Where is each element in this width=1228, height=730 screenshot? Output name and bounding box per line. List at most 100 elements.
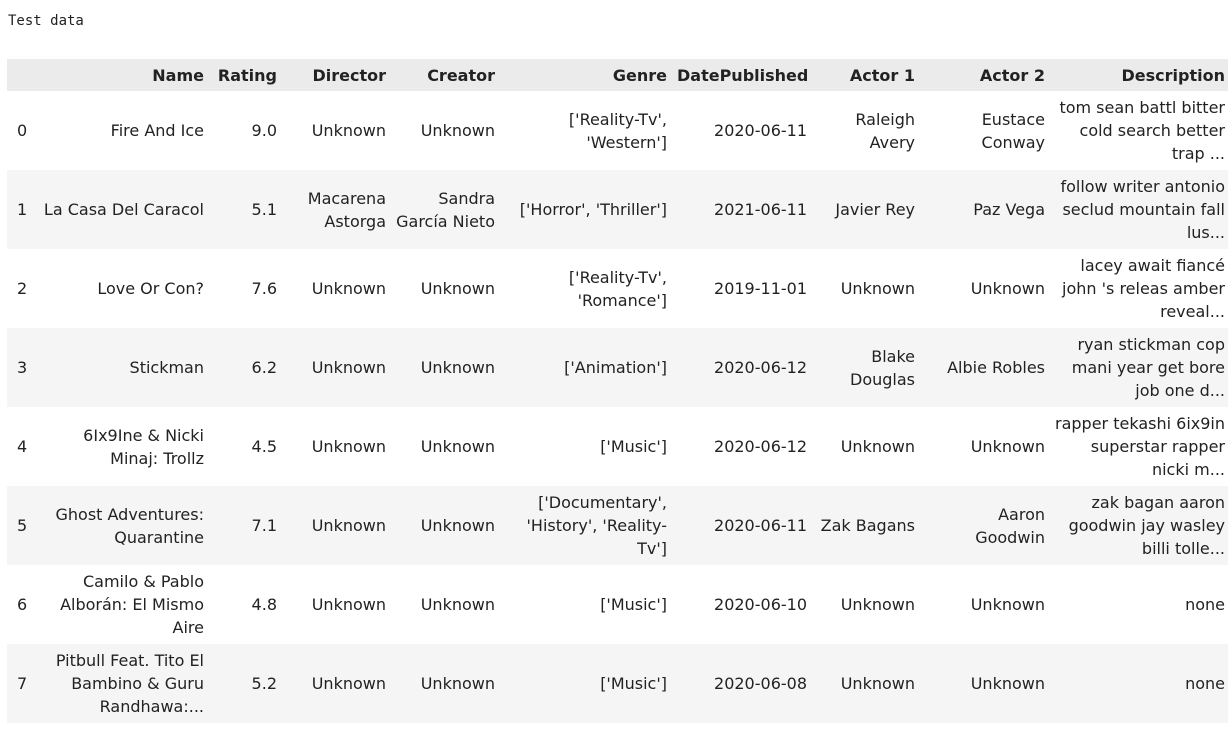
description-text: zak bagan aaron goodwin jay wasley billi… (1068, 493, 1225, 558)
director-cell: Unknown (311, 279, 386, 298)
name-cell: Love Or Con? (97, 279, 204, 298)
name-cell: Pitbull Feat. Tito El Bambino & Guru Ran… (55, 651, 204, 716)
description-cell: none (1055, 644, 1228, 723)
actor-1-cell: Zak Bagans (820, 516, 915, 535)
creator-cell: Unknown (420, 437, 495, 456)
rating-cell: 7.6 (251, 279, 277, 298)
creator-cell: Unknown (420, 674, 495, 693)
actor-2-cell: Aaron Goodwin (975, 504, 1045, 547)
name-cell: La Casa Del Caracol (43, 200, 204, 219)
output-label: Test data (8, 13, 84, 29)
row-index-cell: 2 (17, 279, 28, 298)
creator-cell: Unknown (420, 121, 495, 140)
rating-cell: 9.0 (251, 121, 277, 140)
director-cell: Unknown (311, 516, 386, 535)
name-cell: Ghost Adventures: Quarantine (55, 504, 204, 547)
actor-2-cell: Unknown (970, 595, 1045, 614)
actor-2-cell: Paz Vega (973, 200, 1045, 219)
table-row: 0 Fire And Ice 9.0 Unknown Unknown ['Reality-… (7, 91, 1228, 170)
date-published-cell: 2021-06-11 (714, 200, 807, 219)
director-cell: Unknown (311, 358, 386, 377)
director-cell: Macarena Astorga (307, 188, 386, 231)
creator-cell: Unknown (420, 595, 495, 614)
column-header-date-published: DatePublished (677, 65, 809, 85)
director-cell: Unknown (311, 437, 386, 456)
row-index-cell: 1 (17, 200, 28, 219)
director-cell: Unknown (311, 674, 386, 693)
actor-1-cell: Unknown (840, 437, 915, 456)
description-cell: lacey await fiancé john 's releas amber … (1055, 249, 1228, 328)
date-published-cell: 2020-06-08 (714, 674, 807, 693)
description-text: none (1185, 595, 1225, 614)
genre-cell: ['Music'] (600, 595, 667, 614)
column-header-creator: Creator (427, 65, 495, 85)
creator-cell: Unknown (420, 358, 495, 377)
genre-cell: ['Reality-Tv', 'Western'] (568, 109, 667, 152)
table-row: 4 6Ix9Ine & Nicki Minaj: Trollz 4.5 Unknown… (7, 407, 1228, 486)
row-index-cell: 4 (17, 437, 28, 456)
row-index-cell: 6 (17, 595, 28, 614)
genre-cell: ['Music'] (600, 437, 667, 456)
description-text: rapper tekashi 6ix9in superstar rapper n… (1055, 414, 1225, 479)
table-row: 2 Love Or Con? 7.6 Unknown Unknown ['Reality-… (7, 249, 1228, 328)
creator-cell: Sandra García Nieto (396, 188, 495, 231)
genre-cell: ['Animation'] (564, 358, 667, 377)
table-header-row: Name Rating Director Creator Genre DateP… (7, 59, 1228, 91)
description-text: lacey await fiancé john 's releas amber … (1062, 256, 1225, 321)
actor-1-cell: Unknown (840, 279, 915, 298)
rating-cell: 5.2 (251, 674, 277, 693)
description-cell: rapper tekashi 6ix9in superstar rapper n… (1055, 407, 1228, 486)
column-header-genre: Genre (612, 65, 667, 85)
column-header-actor-1: Actor 1 (849, 65, 915, 85)
description-text: ryan stickman cop mani year get bore job… (1071, 335, 1225, 400)
genre-cell: ['Documentary', 'History', 'Reality-Tv'] (526, 493, 667, 558)
name-cell: 6Ix9Ine & Nicki Minaj: Trollz (83, 425, 204, 468)
table-row: 1 La Casa Del Caracol 5.1 Macarena Astorga S… (7, 170, 1228, 249)
description-cell: tom sean battl bitter cold search better… (1055, 91, 1228, 170)
table-row: 6 Camilo & Pablo Alborán: El Mismo Aire 4.… (7, 565, 1228, 644)
actor-2-cell: Unknown (970, 279, 1045, 298)
column-header-rating: Rating (217, 65, 277, 85)
column-header-director: Director (312, 65, 386, 85)
description-cell: zak bagan aaron goodwin jay wasley billi… (1055, 486, 1228, 565)
date-published-cell: 2020-06-12 (714, 358, 807, 377)
actor-1-cell: Unknown (840, 674, 915, 693)
name-cell: Fire And Ice (110, 121, 204, 140)
row-index-cell: 7 (17, 674, 28, 693)
actor-1-cell: Raleigh Avery (855, 109, 915, 152)
index-header (7, 59, 42, 91)
actor-2-cell: Unknown (970, 674, 1045, 693)
actor-1-cell: Unknown (840, 595, 915, 614)
row-index-cell: 0 (17, 121, 28, 140)
genre-cell: ['Horror', 'Thriller'] (519, 200, 667, 219)
row-index-cell: 3 (17, 358, 28, 377)
table-row: 3 Stickman 6.2 Unknown Unknown ['Animation'] 2… (7, 328, 1228, 407)
row-index-cell: 5 (17, 516, 28, 535)
rating-cell: 5.1 (251, 200, 277, 219)
column-header-description: Description (1121, 65, 1225, 85)
rating-cell: 4.5 (251, 437, 277, 456)
director-cell: Unknown (311, 121, 386, 140)
rating-cell: 7.1 (251, 516, 277, 535)
description-cell: none (1055, 565, 1228, 644)
dataframe-table: Name Rating Director Creator Genre DateP… (7, 59, 1228, 723)
actor-2-cell: Albie Robles (947, 358, 1045, 377)
genre-cell: ['Music'] (600, 674, 667, 693)
table-row: 7 Pitbull Feat. Tito El Bambino & Guru Ra… (7, 644, 1228, 723)
description-text: follow writer antonio seclud mountain fa… (1060, 177, 1225, 242)
date-published-cell: 2020-06-11 (714, 121, 807, 140)
director-cell: Unknown (311, 595, 386, 614)
description-cell: ryan stickman cop mani year get bore job… (1055, 328, 1228, 407)
date-published-cell: 2020-06-12 (714, 437, 807, 456)
actor-2-cell: Unknown (970, 437, 1045, 456)
date-published-cell: 2020-06-11 (714, 516, 807, 535)
creator-cell: Unknown (420, 279, 495, 298)
rating-cell: 4.8 (251, 595, 277, 614)
name-cell: Camilo & Pablo Alborán: El Mismo Aire (60, 572, 204, 637)
name-cell: Stickman (129, 358, 204, 377)
description-text: tom sean battl bitter cold search better… (1059, 98, 1225, 163)
date-published-cell: 2020-06-10 (714, 595, 807, 614)
actor-1-cell: Javier Rey (835, 200, 915, 219)
column-header-actor-2: Actor 2 (979, 65, 1045, 85)
description-text: none (1185, 674, 1225, 693)
